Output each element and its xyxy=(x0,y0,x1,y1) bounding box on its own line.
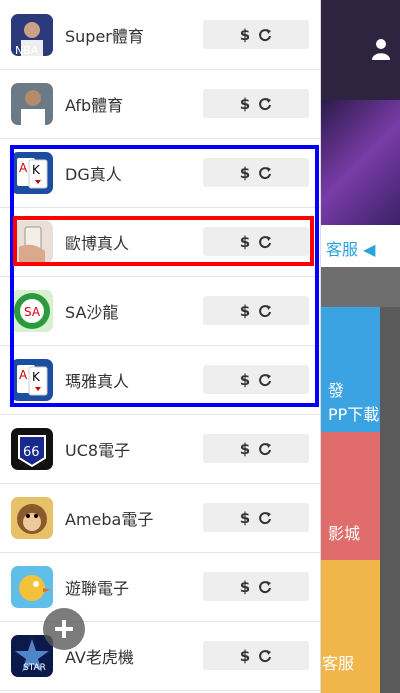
game-name: 遊聯電子 xyxy=(65,578,130,598)
monkey-icon xyxy=(11,496,53,539)
svg-text:66: 66 xyxy=(23,445,40,460)
balance-refresh-button[interactable]: $ xyxy=(203,89,309,118)
game-name: UC8電子 xyxy=(65,440,131,460)
game-row[interactable]: NBA Super體育 $ xyxy=(0,0,320,70)
balance-refresh-button[interactable]: $ xyxy=(203,641,309,670)
user-icon[interactable] xyxy=(372,38,390,60)
balance-refresh-button[interactable]: $ xyxy=(203,572,309,601)
plus-icon xyxy=(55,620,73,638)
balance-symbol: $ xyxy=(239,577,251,596)
balance-symbol: $ xyxy=(239,508,251,527)
service-tile[interactable]: 客服 xyxy=(320,560,380,693)
game-name: AV老虎機 xyxy=(65,647,134,667)
svg-text:NBA: NBA xyxy=(15,44,39,56)
balance-symbol: $ xyxy=(239,439,251,458)
add-button[interactable] xyxy=(43,608,85,650)
refresh-icon xyxy=(254,28,272,42)
game-row[interactable]: 遊聯電子 $ xyxy=(0,552,320,622)
game-name: Ameba電子 xyxy=(65,509,154,529)
soccer-player-icon xyxy=(11,82,53,125)
cinema-tile[interactable]: 影城 xyxy=(320,432,380,560)
customer-service-link[interactable]: 客服 ◀ xyxy=(326,236,375,260)
balance-refresh-button[interactable]: $ xyxy=(203,434,309,463)
app-download-tile[interactable]: 發 PP下載 xyxy=(320,307,380,432)
banner-image xyxy=(320,100,400,225)
balance-symbol: $ xyxy=(239,94,251,113)
balance-symbol: $ xyxy=(239,646,251,665)
app-header xyxy=(320,0,400,100)
refresh-icon xyxy=(254,580,272,594)
live-casino-group-highlight xyxy=(10,145,319,407)
game-name: Afb體育 xyxy=(65,95,124,115)
game-row[interactable]: Afb體育 $ xyxy=(0,69,320,139)
bird-icon xyxy=(11,565,53,608)
refresh-icon xyxy=(254,511,272,525)
balance-symbol: $ xyxy=(239,25,251,44)
balance-refresh-button[interactable]: $ xyxy=(203,20,309,49)
svg-text:STAR: STAR xyxy=(23,663,46,673)
route-66-icon: 66 xyxy=(11,427,53,470)
refresh-icon xyxy=(254,442,272,456)
balance-refresh-button[interactable]: $ xyxy=(203,503,309,532)
nba-player-icon: NBA xyxy=(11,13,53,56)
selected-row-highlight xyxy=(13,216,314,266)
refresh-icon xyxy=(254,97,272,111)
game-row[interactable]: 66 UC8電子 $ xyxy=(0,414,320,484)
refresh-icon xyxy=(254,649,272,663)
game-row[interactable]: Ameba電子 $ xyxy=(0,483,320,553)
customer-service-strip[interactable]: 客服 ◀ xyxy=(320,225,400,267)
game-name: Super體育 xyxy=(65,26,144,46)
